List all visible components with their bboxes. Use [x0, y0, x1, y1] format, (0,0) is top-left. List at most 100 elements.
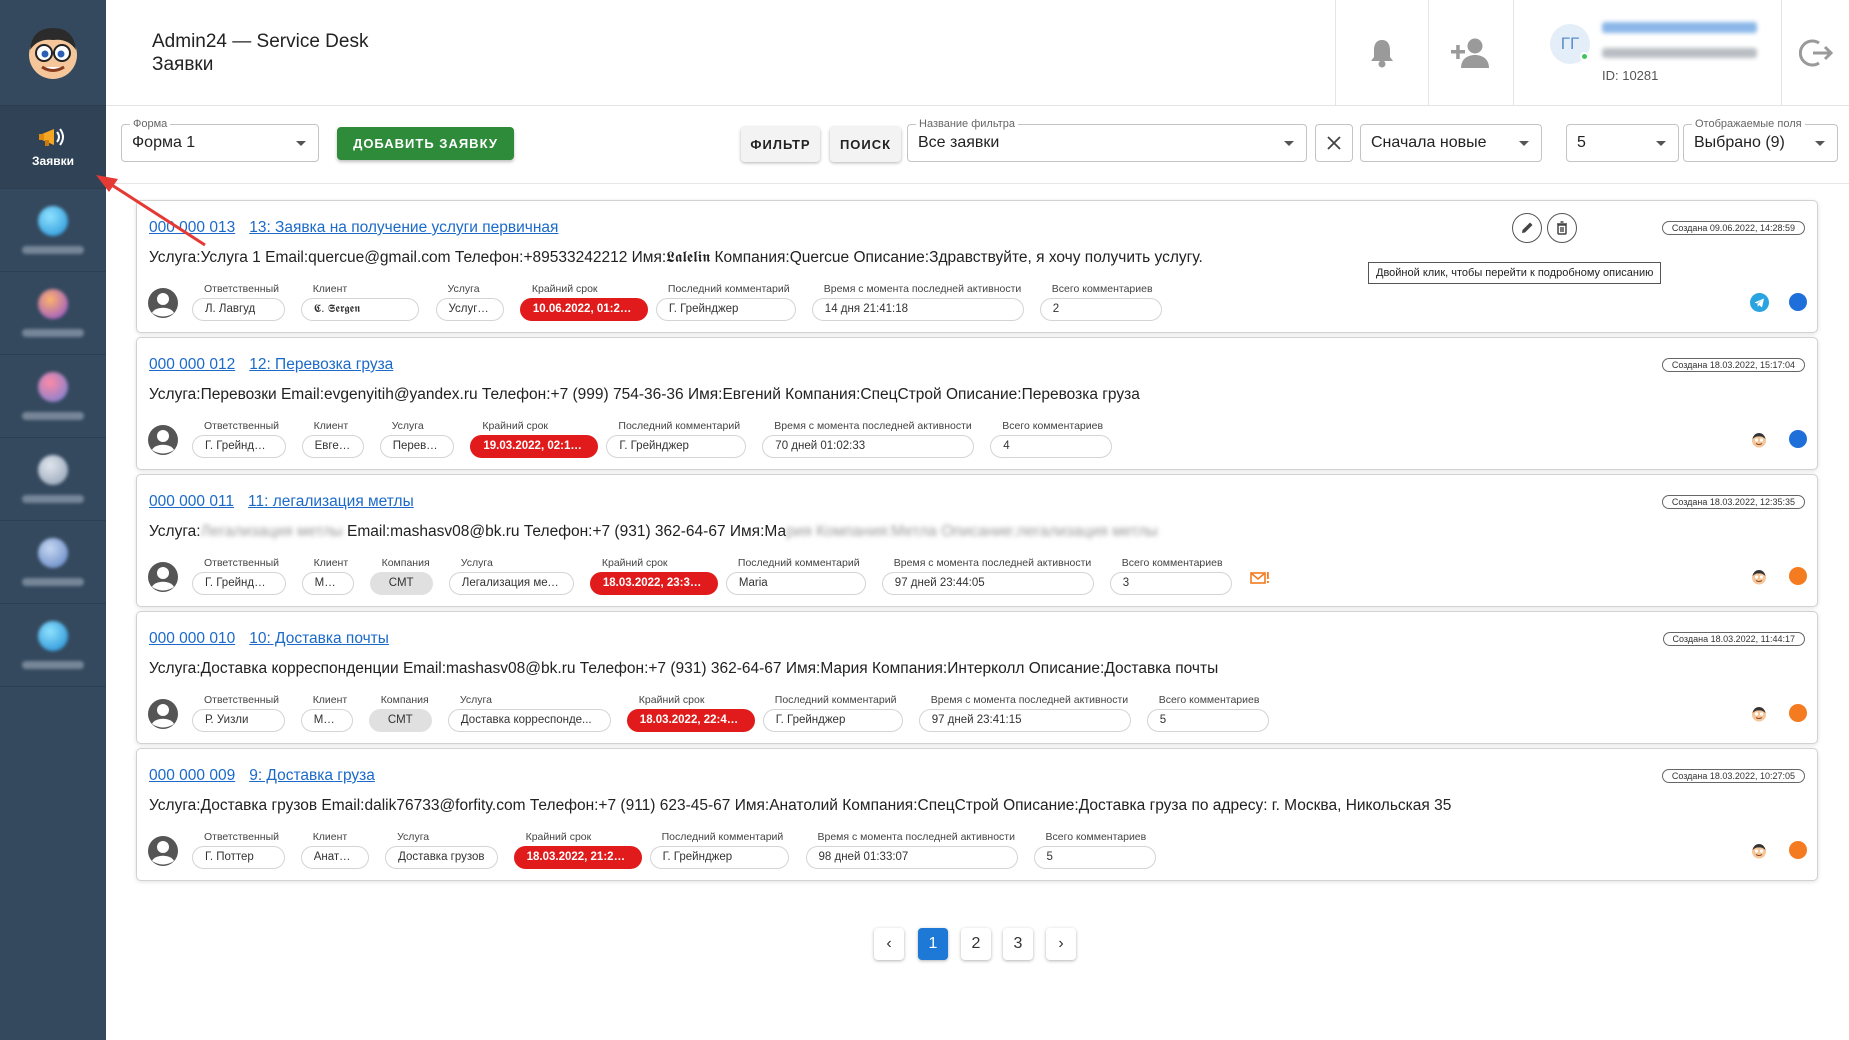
created-date-badge: Создана 18.03.2022, 15:17:04 — [1661, 358, 1805, 372]
field-value: 14 дня 21:41:18 — [811, 298, 1024, 321]
logout-button[interactable] — [1781, 0, 1849, 106]
ticket-description: Услуга:Услуга 1 Email:quercue@gmail.com … — [149, 249, 1203, 267]
description-text: Email:mashasv08@bk.ru Телефон:+7 (931) 3… — [342, 523, 787, 540]
field-value: Г. Грейнджер — [762, 709, 903, 732]
field-value: Maria — [300, 709, 353, 732]
field-label: Последний комментарий — [618, 420, 741, 432]
online-status-dot — [1580, 52, 1589, 61]
created-date-badge: Создана 18.03.2022, 12:35:35 — [1661, 495, 1805, 509]
page-button-2[interactable]: 2 — [961, 928, 991, 960]
sidebar-item-6[interactable] — [0, 521, 106, 604]
sidebar-item-5[interactable] — [0, 438, 106, 521]
blurred-label — [22, 495, 84, 503]
displayed-fields-select[interactable]: Отображаемые поля Выбрано (9) — [1683, 117, 1838, 162]
ticket-number-link[interactable]: 000 000 009 — [149, 767, 235, 784]
displayed-fields-value: Выбрано (9) — [1694, 134, 1785, 151]
field-value: 97 дней 23:41:15 — [918, 709, 1131, 732]
page-button-1[interactable]: 1 — [918, 928, 948, 960]
ticket-number-link[interactable]: 000 000 011 — [149, 493, 234, 510]
assignee-avatar-icon — [147, 561, 179, 593]
field-value: Maria — [725, 572, 866, 595]
edit-ticket-button[interactable] — [1512, 213, 1542, 243]
deadline-badge: 18.03.2022, 23:35:35 — [589, 572, 718, 595]
page-size-select[interactable]: 5 — [1566, 124, 1679, 162]
field-label: Ответственный — [204, 557, 279, 569]
next-page-button[interactable]: › — [1046, 928, 1076, 960]
field-label: Клиент — [313, 420, 349, 432]
ticket-card[interactable]: 000 000 009 9: Доставка груза Услуга:Доста… — [136, 748, 1818, 881]
page-button-3[interactable]: 3 — [1003, 928, 1033, 960]
sort-select[interactable]: Сначала новые — [1360, 124, 1542, 162]
ticket-description: Услуга:Легализация метлы Email:mashasv08… — [149, 523, 1158, 541]
field-label: Всего комментариев — [1002, 420, 1104, 432]
megaphone-icon — [39, 128, 64, 146]
field-label: Ответственный — [204, 694, 279, 706]
field-label: Ответственный — [204, 420, 279, 432]
blurred-label — [22, 412, 84, 420]
delete-ticket-button[interactable] — [1547, 213, 1577, 243]
ticket-title-link[interactable]: 11: легализация метлы — [248, 493, 414, 510]
double-click-tooltip: Двойной клик, чтобы перейти к подробному… — [1368, 262, 1662, 284]
field-label: Крайний срок — [525, 831, 592, 843]
app-logo[interactable] — [0, 0, 106, 106]
ticket-title-link[interactable]: 9: Доставка груза — [249, 767, 375, 784]
field-label: Время с момента последней активности — [930, 694, 1129, 706]
ticket-number-link[interactable]: 000 000 012 — [149, 356, 235, 373]
add-ticket-button[interactable]: ДОБАВИТЬ ЗАЯВКУ — [337, 127, 514, 160]
field-label: Всего комментариев — [1051, 283, 1153, 295]
ticket-card[interactable]: 000 000 010 10: Доставка почты Услуга:Дост… — [136, 611, 1818, 744]
field-value: Анатолий — [300, 846, 370, 869]
close-icon — [1327, 136, 1341, 150]
sidebar-item-7[interactable] — [0, 604, 106, 687]
pencil-icon — [1522, 222, 1533, 233]
field-value: 5 — [1033, 846, 1156, 869]
assignee-avatar-icon — [147, 698, 179, 730]
status-dot — [1789, 841, 1807, 859]
chevron-down-icon — [1519, 141, 1529, 146]
ticket-card[interactable]: 000 000 011 11: легализация метлы Услуга:Л… — [136, 474, 1818, 607]
chevron-down-icon — [1284, 141, 1294, 146]
field-label: Последний комментарий — [667, 283, 790, 295]
form-select[interactable]: Форма Форма 1 — [121, 117, 319, 162]
unread-mail-icon[interactable] — [1250, 571, 1270, 590]
ticket-description: Услуга:Доставка грузов Email:dalik76733@… — [149, 797, 1451, 815]
sidebar-item-3[interactable] — [0, 272, 106, 355]
notifications-button[interactable] — [1335, 0, 1428, 106]
ticket-title-link[interactable]: 13: Заявка на получение услуги первичная — [249, 219, 558, 236]
avatar-face-icon — [1751, 569, 1767, 585]
sort-value: Сначала новые — [1371, 134, 1487, 151]
ticket-card[interactable]: 000 000 012 12: Перевозка груза Услуга:Пер… — [136, 337, 1818, 470]
ticket-title-link[interactable]: 10: Доставка почты — [249, 630, 389, 647]
ticket-title-link[interactable]: 12: Перевозка груза — [249, 356, 393, 373]
search-button[interactable]: ПОИСК — [830, 127, 901, 162]
form-select-legend: Форма — [130, 117, 171, 131]
description-text: Услуга: — [149, 523, 201, 540]
ticket-number-link[interactable]: 000 000 013 — [149, 219, 235, 236]
user-organization-blurred — [1602, 48, 1757, 58]
field-label: Последний комментарий — [774, 694, 897, 706]
sidebar-item-tickets[interactable]: Заявки — [0, 106, 106, 189]
field-label: Время с момента последней активности — [817, 831, 1015, 843]
chevron-down-icon — [1815, 141, 1825, 146]
assignee-avatar-icon — [147, 287, 179, 319]
field-label: Последний комментарий — [661, 831, 784, 843]
description-blurred-text: Легализация метлы — [200, 523, 343, 540]
filter-button[interactable]: ФИЛЬТР — [741, 127, 820, 162]
clear-filter-button[interactable] — [1315, 124, 1353, 162]
ticket-title-row: 000 000 012 12: Перевозка груза — [149, 356, 407, 374]
ticket-title-row: 000 000 010 10: Доставка почты — [149, 630, 403, 648]
sidebar-item-2[interactable] — [0, 189, 106, 272]
filter-name-select[interactable]: Название фильтра Все заявки — [907, 117, 1307, 162]
sidebar-item-4[interactable] — [0, 355, 106, 438]
field-label: Крайний срок — [482, 420, 549, 432]
add-user-icon — [1451, 38, 1489, 68]
add-user-button[interactable] — [1428, 0, 1513, 106]
ticket-card[interactable]: 000 000 013 13: Заявка на получение услуг… — [136, 200, 1818, 333]
deadline-badge: 19.03.2022, 02:17:03 — [470, 435, 599, 458]
field-value: Г. Поттер — [192, 846, 285, 869]
field-label: Компания — [381, 557, 430, 569]
prev-page-button[interactable]: ‹ — [874, 928, 904, 960]
description-blurred-text: рия Компания:Метла Описание:легализация … — [786, 523, 1158, 540]
ticket-number-link[interactable]: 000 000 010 — [149, 630, 235, 647]
field-value: 97 дней 23:44:05 — [881, 572, 1094, 595]
